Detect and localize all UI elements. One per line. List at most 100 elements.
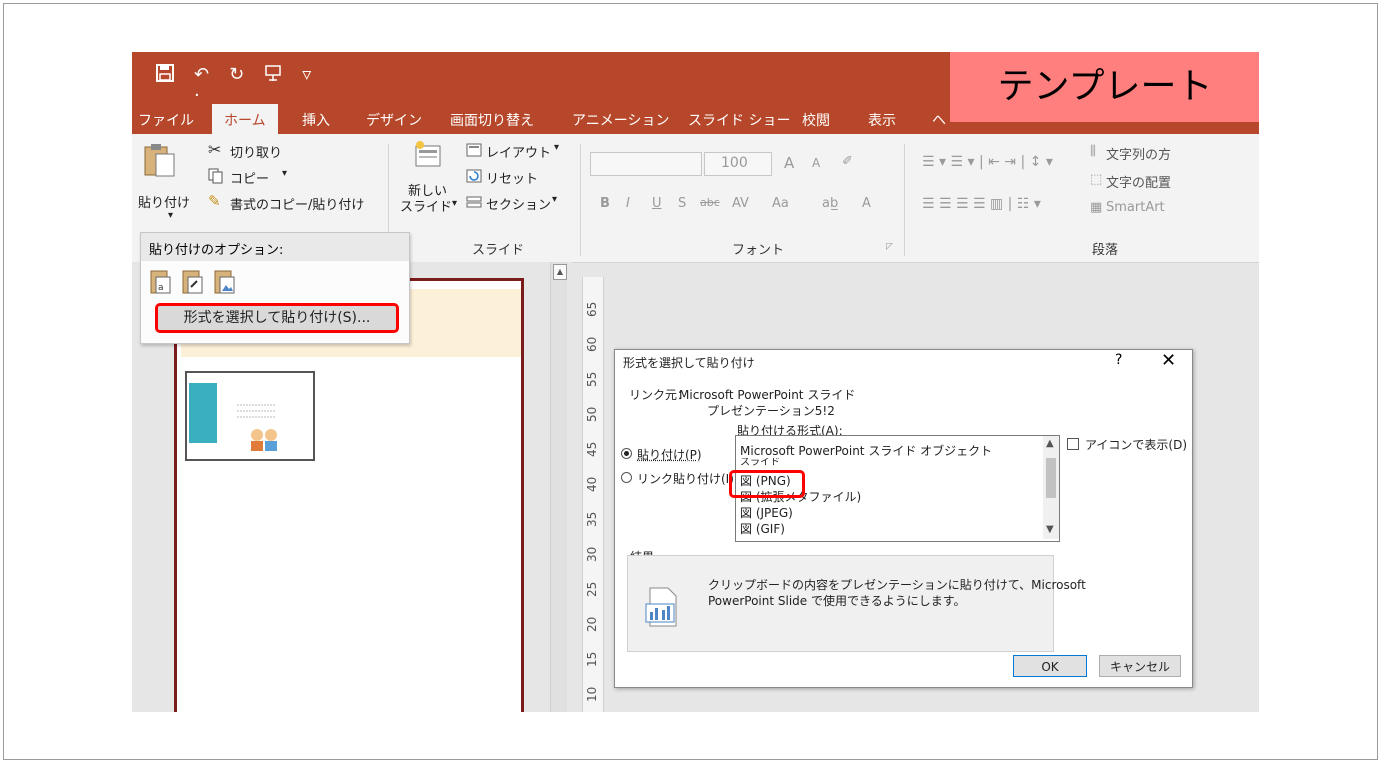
thumbnail-scrollbar[interactable]: ▲	[550, 262, 567, 712]
source-app: Microsoft PowerPoint スライド	[679, 388, 856, 402]
cancel-button[interactable]: キャンセル	[1099, 655, 1181, 677]
text-direction-icon[interactable]: ⫼	[1090, 144, 1096, 159]
alignment-icons[interactable]: ☰ ☰ ☰ ☰ ▥ | ☷ ▾	[922, 196, 1041, 212]
layout-dropdown[interactable]: ▾	[554, 142, 559, 153]
scroll-up-icon[interactable]: ▲	[553, 264, 567, 280]
paste-result-icon	[642, 586, 682, 634]
shrink-font-icon[interactable]: A	[812, 156, 820, 170]
paste-special-menu-item[interactable]: 形式を選択して貼り付け(S)...	[155, 303, 399, 333]
ruler-number: 45	[585, 441, 599, 457]
italic-button[interactable]: I	[626, 196, 630, 211]
paste-options-menu: 貼り付けのオプション: a 形式を選択して貼り付け(S)...	[140, 232, 410, 344]
grow-font-icon[interactable]: A	[784, 154, 794, 172]
scroll-thumb[interactable]	[1046, 458, 1056, 498]
result-panel: クリップボードの内容をプレゼンテーションに貼り付けて、Microsoft Pow…	[627, 555, 1086, 652]
list-item[interactable]: 図 (GIF)	[740, 520, 785, 537]
scissors-icon: ✂	[208, 140, 222, 159]
tab-file[interactable]: ファイル	[138, 110, 194, 130]
layout-button[interactable]: レイアウト	[486, 142, 551, 161]
close-icon[interactable]: ✕	[1161, 350, 1176, 371]
ruler-number: 10	[585, 686, 599, 702]
smartart-icon[interactable]: ▦	[1090, 200, 1102, 215]
reset-button[interactable]: リセット	[486, 168, 538, 187]
font-color-button[interactable]: A	[862, 196, 871, 211]
copy-button[interactable]: コピー	[230, 168, 269, 187]
thumbnail-title-block	[189, 383, 217, 443]
copy-icon	[208, 168, 224, 188]
tab-review[interactable]: 校閲	[802, 110, 830, 130]
clear-format-icon[interactable]: ✐	[842, 154, 853, 169]
bullets-icon[interactable]: ☰ ▾ ☰ ▾ | ⇤ ⇥ | ↕ ▾	[922, 154, 1053, 170]
ruler-number: 60	[585, 336, 599, 352]
change-case-button[interactable]: Aa	[772, 196, 789, 211]
scroll-down-icon[interactable]: ▼	[1046, 524, 1054, 535]
align-text-icon[interactable]: ⬚	[1090, 172, 1102, 187]
font-name-box[interactable]	[590, 152, 702, 176]
format-list-scrollbar[interactable]: ▲ ▼	[1043, 436, 1059, 539]
new-slide-icon[interactable]	[414, 140, 444, 176]
ruler-number: 15	[585, 651, 599, 667]
paste-radio[interactable]	[621, 448, 632, 459]
shadow-button[interactable]: S	[678, 196, 686, 211]
tab-slideshow[interactable]: スライド ショー	[688, 110, 790, 130]
tab-help[interactable]: ヘ	[932, 110, 946, 130]
paste-keep-formatting-icon[interactable]: a	[149, 267, 173, 299]
paste-picture-icon[interactable]	[213, 267, 237, 299]
strikethrough-button[interactable]: abc	[700, 196, 720, 209]
paste-icon[interactable]	[142, 142, 176, 182]
new-slide-dropdown[interactable]: ▾	[452, 198, 457, 209]
tab-animations[interactable]: アニメーション	[572, 110, 669, 130]
png-highlight-box	[729, 470, 805, 498]
ruler-number: 35	[585, 511, 599, 527]
tab-view[interactable]: 表示	[868, 110, 896, 130]
display-as-icon-checkbox[interactable]	[1067, 438, 1079, 450]
help-button[interactable]: ?	[1115, 352, 1122, 368]
slide-thumbnail[interactable]	[185, 371, 315, 461]
ok-button[interactable]: OK	[1013, 655, 1087, 677]
smartart-button[interactable]: SmartArt	[1106, 200, 1165, 215]
section-button[interactable]: セクション	[486, 194, 551, 213]
tab-transitions[interactable]: 画面切り替え	[450, 110, 534, 130]
layout-icon	[466, 142, 482, 161]
ruler-number: 20	[585, 616, 599, 632]
paste-embed-icon[interactable]	[181, 267, 205, 299]
ruler-number: 30	[585, 546, 599, 562]
format-painter-button[interactable]: 書式のコピー/貼り付け	[230, 194, 364, 213]
highlight-icon[interactable]: ab̲	[822, 196, 838, 211]
cut-button[interactable]: 切り取り	[230, 142, 282, 161]
paste-button[interactable]: 貼り付け	[138, 192, 190, 211]
tab-home[interactable]: ホーム	[212, 104, 278, 138]
font-group-label: フォント	[732, 243, 785, 258]
format-painter-icon: ✎	[208, 192, 221, 210]
font-size-value: 100	[721, 155, 748, 171]
ruler-number: 25	[585, 581, 599, 597]
paste-link-radio[interactable]	[621, 472, 632, 483]
align-text-button[interactable]: 文字の配置	[1106, 172, 1171, 191]
paste-radio-label[interactable]: 貼り付け(P)	[637, 446, 702, 463]
paste-link-radio-label[interactable]: リンク貼り付け(I)	[637, 470, 734, 487]
reset-icon	[466, 168, 482, 187]
scroll-up-icon[interactable]: ▲	[1046, 438, 1054, 449]
list-item[interactable]: 図 (JPEG)	[740, 504, 793, 521]
bold-button[interactable]: B	[600, 196, 610, 211]
text-direction-button[interactable]: 文字列の方	[1106, 144, 1171, 163]
font-size-box[interactable]: 100	[704, 152, 772, 176]
source-file: プレゼンテーション5!2	[707, 404, 835, 418]
font-dialog-launcher-icon[interactable]: ◸	[886, 242, 893, 252]
char-spacing-button[interactable]: AV	[732, 196, 749, 211]
paragraph-group-label: 段落	[1092, 243, 1119, 258]
svg-text:a: a	[158, 283, 164, 293]
list-item[interactable]: スライド	[740, 458, 780, 467]
dialog-title: 形式を選択して貼り付け	[623, 356, 755, 370]
underline-button[interactable]: U	[652, 196, 662, 211]
slide-frame: ↶ · ↻ ▿ ファイル ホーム 挿入 デザイン 画面切り替え アニメーション ス…	[3, 3, 1378, 760]
tab-design[interactable]: デザイン	[366, 110, 422, 130]
display-as-icon-label[interactable]: アイコンで表示(D)	[1085, 436, 1187, 453]
section-dropdown[interactable]: ▾	[552, 194, 557, 205]
ruler-number: 50	[585, 406, 599, 422]
list-item[interactable]: Microsoft PowerPoint スライド オブジェクト	[740, 442, 992, 459]
new-slide-label-2[interactable]: スライド	[400, 196, 452, 215]
copy-dropdown[interactable]: ▾	[282, 168, 287, 179]
paste-dropdown[interactable]: ▾	[168, 210, 173, 221]
tab-insert[interactable]: 挿入	[302, 110, 330, 130]
